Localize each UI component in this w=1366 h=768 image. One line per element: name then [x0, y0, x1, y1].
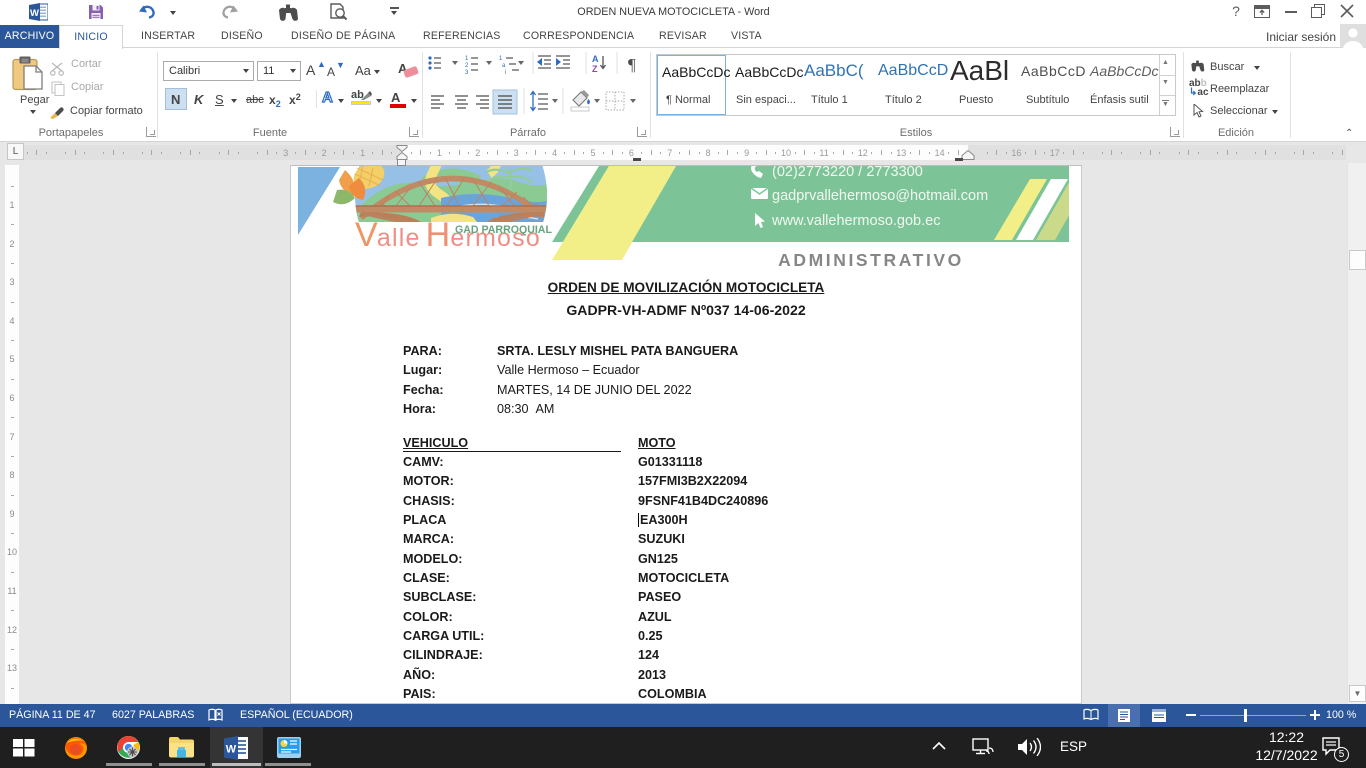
svg-text:3: 3: [465, 70, 469, 76]
svg-text:¶: ¶: [628, 55, 636, 74]
svg-text:1: 1: [499, 56, 503, 62]
svg-text:Z: Z: [592, 64, 598, 74]
svg-text:www.vallehermoso.gob.ec: www.vallehermoso.gob.ec: [771, 213, 940, 229]
svg-text:W: W: [30, 8, 39, 19]
svg-text:i: i: [505, 70, 506, 76]
svg-text:W: W: [226, 744, 237, 756]
svg-text:GAD PARROQUIAL: GAD PARROQUIAL: [455, 224, 552, 236]
svg-text:a: a: [502, 63, 506, 69]
svg-text:ADMINISTRATIVO: ADMINISTRATIVO: [778, 250, 964, 270]
svg-text:A: A: [592, 54, 599, 64]
svg-text:gadprvallehermoso@hotmail.com: gadprvallehermoso@hotmail.com: [772, 188, 988, 204]
svg-text:2: 2: [465, 63, 469, 69]
svg-text:1: 1: [465, 56, 469, 62]
svg-text:(02)2773220 / 2773300: (02)2773220 / 2773300: [772, 166, 923, 180]
